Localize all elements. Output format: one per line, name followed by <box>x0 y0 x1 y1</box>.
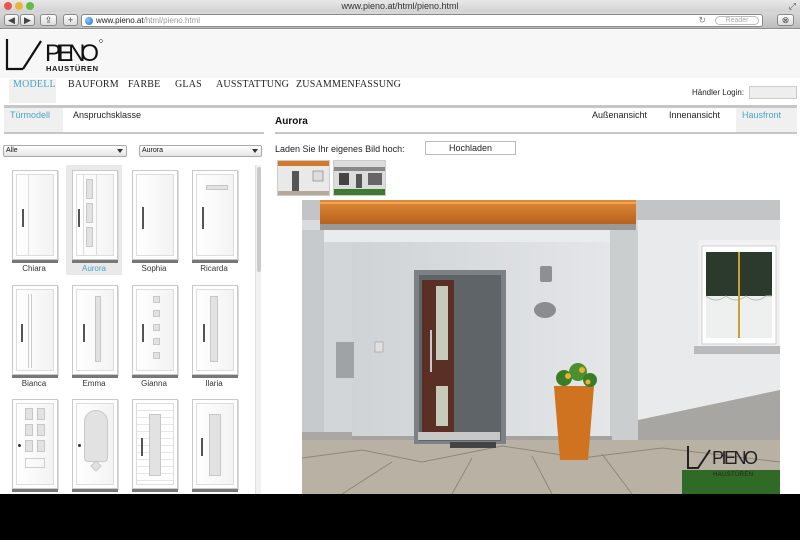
door-card-aurora[interactable]: Aurora <box>66 165 122 275</box>
door-card-chiara[interactable]: Chiara <box>6 165 62 275</box>
browser-toolbar: ◀ ▶ ⇪ + www.pieno.at/html/pieno.html ↻ R… <box>0 12 800 29</box>
door-name: Emma <box>82 379 106 388</box>
filter-select-value: Alle <box>6 147 18 154</box>
tab-anspruchsklasse[interactable]: Anspruchsklasse <box>67 108 161 132</box>
house-front-thumbnail-1[interactable] <box>277 160 330 196</box>
logo-subtitle: HAUSTÜREN <box>46 64 98 73</box>
door-model-grid: Chiara Aurora Sophia Ricarda Bianca Emma… <box>4 165 252 494</box>
model-title: Aurora <box>275 116 308 127</box>
door-thumbnail <box>192 399 238 492</box>
door-thumbnail <box>12 170 58 263</box>
door-thumbnail <box>72 170 118 263</box>
door-name: Ilaria <box>205 379 223 388</box>
fullscreen-icon[interactable]: ⤢ <box>789 1 796 11</box>
door-thumbnail <box>192 285 238 378</box>
chevron-down-icon <box>252 149 258 153</box>
model-select-value: Aurora <box>142 147 164 154</box>
pieno-logo[interactable]: PIENO HAUSTÜREN <box>5 35 105 75</box>
watermark-wordmark: PIENO <box>712 448 758 468</box>
scrollbar-thumb[interactable] <box>257 167 261 272</box>
tab-aussenansicht[interactable]: Außenansicht <box>586 108 656 132</box>
chevron-down-icon <box>117 149 123 153</box>
door-card-ricarda[interactable]: Ricarda <box>186 165 242 275</box>
door-card-emma[interactable]: Emma <box>66 280 122 390</box>
window-title: www.pieno.at/html/pieno.html <box>341 1 459 11</box>
door-card-bianca[interactable]: Bianca <box>6 280 62 390</box>
door-thumbnail <box>132 399 178 492</box>
downloads-icon[interactable]: ⊗ <box>777 14 794 26</box>
door-card-ilaria[interactable]: Ilaria <box>186 280 242 390</box>
door-card[interactable] <box>6 394 62 494</box>
title-bar: www.pieno.at/html/pieno.html ⤢ <box>0 0 800 12</box>
logo-wordmark: PIENO <box>45 40 99 67</box>
house-front-preview: PIENO HAUSTÜREN <box>302 200 780 494</box>
door-thumbnail <box>72 399 118 492</box>
door-card[interactable] <box>186 394 242 494</box>
browser-window: www.pieno.at/html/pieno.html ⤢ ◀ ▶ ⇪ + w… <box>0 0 800 494</box>
upload-button[interactable]: Hochladen <box>425 141 516 155</box>
door-card[interactable] <box>126 394 182 494</box>
forward-button[interactable]: ▶ <box>20 14 35 26</box>
screen-bottom-bar <box>0 494 800 540</box>
door-list-scrollbar[interactable] <box>255 165 261 494</box>
door-card[interactable] <box>66 394 122 494</box>
site-header: PIENO HAUSTÜREN <box>0 30 800 78</box>
close-window-icon[interactable] <box>4 2 12 10</box>
door-name: Bianca <box>21 379 47 388</box>
url-path: /html/pieno.html <box>143 16 201 25</box>
dealer-login-label: Händler Login: <box>692 88 745 97</box>
door-thumbnail <box>192 170 238 263</box>
door-thumbnail <box>12 399 58 492</box>
reader-button[interactable]: Reader <box>715 16 759 25</box>
door-name: Gianna <box>141 379 167 388</box>
nav-farbe[interactable]: FARBE <box>124 79 164 103</box>
new-tab-plus-icon[interactable]: + <box>63 14 78 26</box>
nav-modell[interactable]: MODELL <box>9 79 56 103</box>
reload-icon[interactable]: ↻ <box>698 15 706 26</box>
globe-icon <box>85 17 93 25</box>
house-front-thumbnail-2[interactable] <box>333 160 386 196</box>
dealer-login-input[interactable] <box>749 86 797 99</box>
model-subtabs: Türmodell Anspruchsklasse <box>4 108 264 134</box>
door-name: Aurora <box>81 264 106 273</box>
address-bar[interactable]: www.pieno.at/html/pieno.html ↻ Reader <box>81 14 763 27</box>
door-name: Chiara <box>22 264 46 273</box>
filter-select[interactable]: Alle <box>3 145 127 157</box>
door-thumbnail <box>12 285 58 378</box>
door-thumbnail <box>132 285 178 378</box>
model-select[interactable]: Aurora <box>139 145 262 157</box>
upload-label: Laden Sie Ihr eigenes Bild hoch: <box>275 144 405 154</box>
door-thumbnail <box>132 170 178 263</box>
tab-tuermodell[interactable]: Türmodell <box>4 108 63 132</box>
tab-innenansicht[interactable]: Innenansicht <box>663 108 729 132</box>
nav-zusammenfassung[interactable]: ZUSAMMENFASSUNG <box>292 79 401 103</box>
door-card-gianna[interactable]: Gianna <box>126 280 182 390</box>
watermark-subtitle: HAUSTÜREN <box>713 471 753 478</box>
nav-glas[interactable]: GLAS <box>171 79 207 103</box>
door-name: Sophia <box>141 264 167 273</box>
share-icon[interactable]: ⇪ <box>40 14 57 26</box>
preview-separator <box>275 132 797 134</box>
door-thumbnail <box>72 285 118 378</box>
nav-bauform[interactable]: BAUFORM <box>64 79 119 103</box>
back-button[interactable]: ◀ <box>4 14 19 26</box>
nav-ausstattung[interactable]: AUSSTATTUNG <box>212 79 290 103</box>
door-card-sophia[interactable]: Sophia <box>126 165 182 275</box>
url-host: www.pieno.at <box>96 16 144 25</box>
door-name: Ricarda <box>200 264 228 273</box>
tab-hausfront[interactable]: Hausfront <box>736 108 797 132</box>
zoom-window-icon[interactable] <box>26 2 34 10</box>
main-navigation: MODELL BAUFORM FARBE GLAS AUSSTATTUNG ZU… <box>0 78 800 106</box>
minimize-window-icon[interactable] <box>15 2 23 10</box>
